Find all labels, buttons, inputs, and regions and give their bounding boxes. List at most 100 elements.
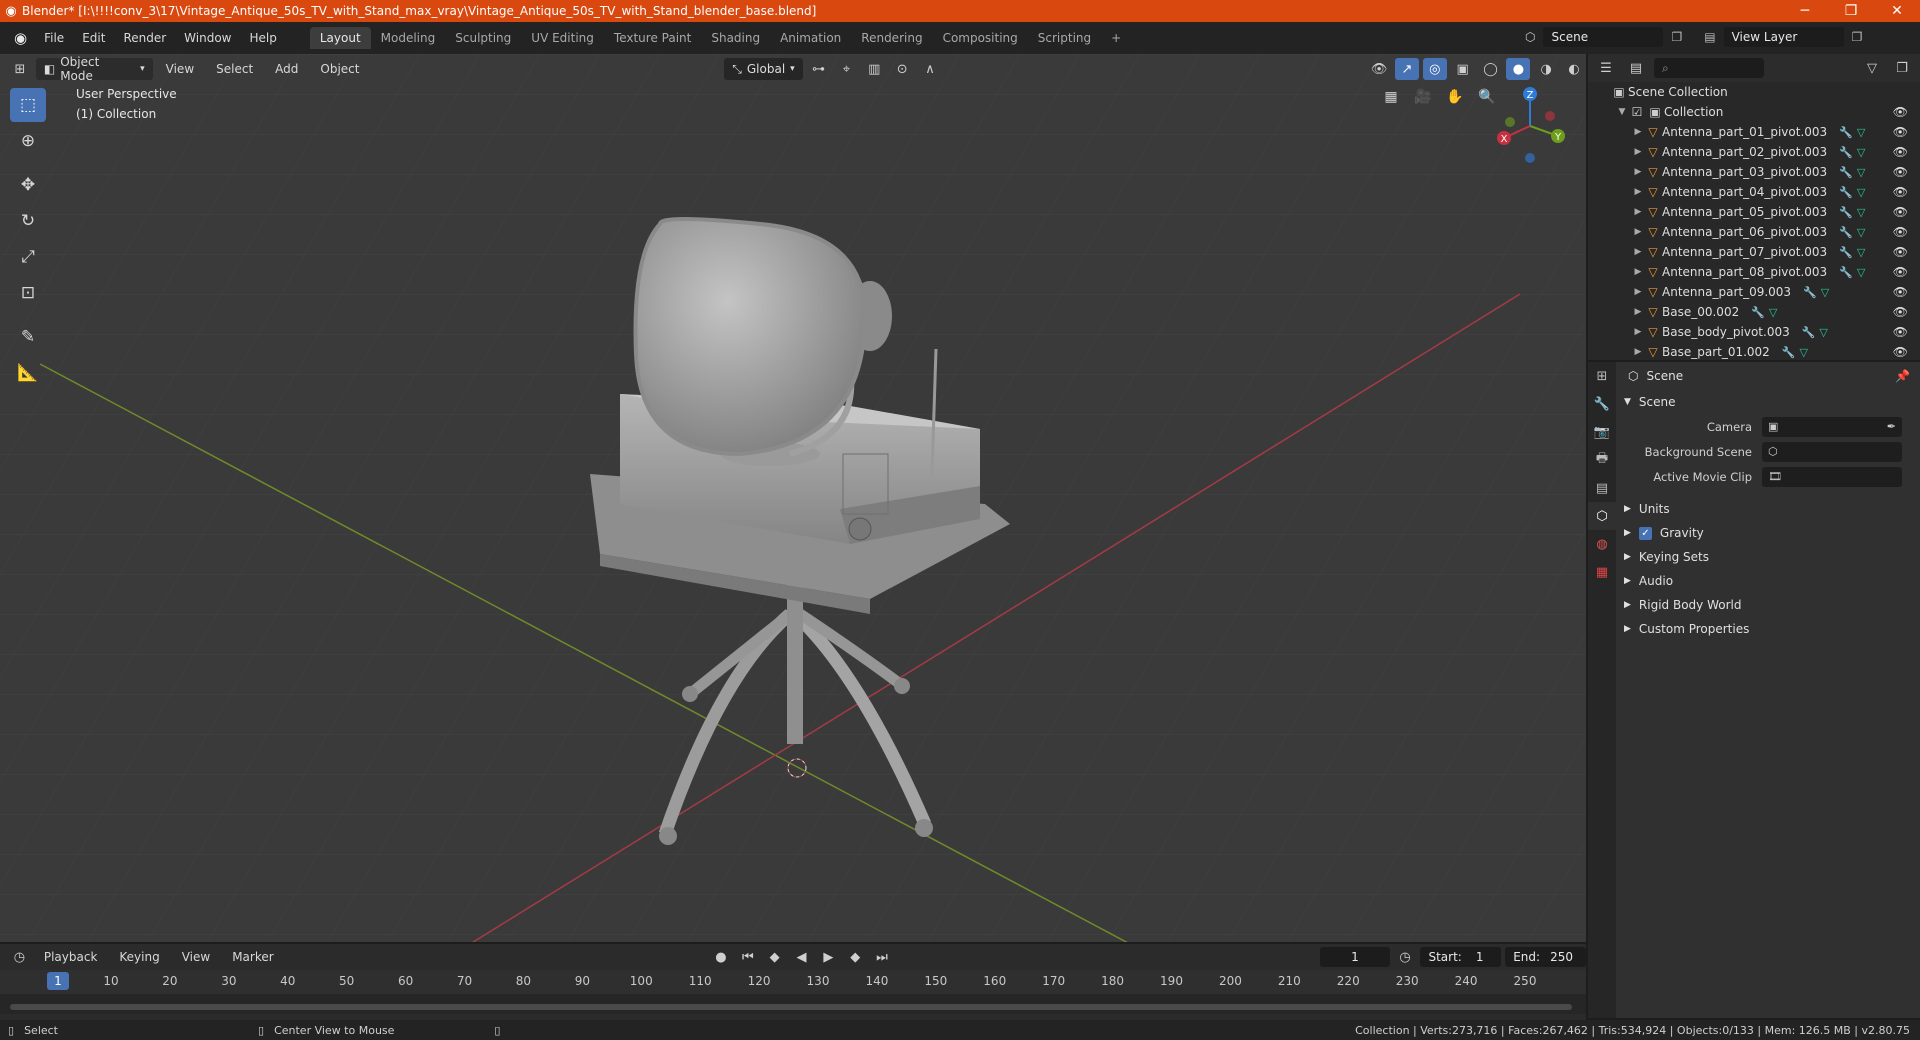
maximize-button[interactable]: ❐: [1828, 3, 1874, 19]
modifier-wrench-icon[interactable]: 🔧: [1839, 266, 1853, 279]
outliner-row-collection[interactable]: ▼ ☑ ▣ Collection 👁: [1588, 102, 1920, 122]
minimize-button[interactable]: ─: [1782, 3, 1828, 19]
transform-orientation-dropdown[interactable]: ⤡ Global ▾: [724, 58, 803, 80]
modifier-wrench-icon[interactable]: 🔧: [1839, 146, 1853, 159]
gizmo-toggle-icon[interactable]: ↗: [1395, 58, 1419, 80]
panel-scene-header[interactable]: ▼ Scene: [1616, 390, 1920, 414]
snap-icon[interactable]: ⌖: [835, 58, 859, 80]
eye-icon[interactable]: 👁: [1893, 285, 1908, 299]
outliner-row-object[interactable]: ▶ ▽ Base_body_pivot.003 🔧 ▽ 👁: [1588, 322, 1920, 342]
eye-icon[interactable]: 👁: [1893, 305, 1908, 319]
timeline-editor-icon[interactable]: ◷: [8, 946, 31, 968]
output-tab-icon[interactable]: 🖶: [1588, 446, 1616, 474]
expand-arrow-icon[interactable]: ▶: [1632, 147, 1644, 157]
editor-type-icon[interactable]: ⊞: [8, 58, 32, 80]
mesh-data-icon[interactable]: ▽: [1857, 166, 1865, 179]
expand-arrow-icon[interactable]: ▶: [1632, 207, 1644, 217]
expand-arrow-icon[interactable]: ▶: [1632, 307, 1644, 317]
tab-scripting[interactable]: Scripting: [1028, 27, 1101, 49]
background-scene-field[interactable]: ⬡: [1762, 441, 1902, 462]
modifier-wrench-icon[interactable]: 🔧: [1839, 126, 1853, 139]
xray-icon[interactable]: ▣: [1451, 58, 1475, 80]
jump-end-icon[interactable]: ⏭: [871, 946, 894, 968]
outliner-row-object[interactable]: ▶ ▽ Antenna_part_04_pivot.003 🔧 ▽ 👁: [1588, 182, 1920, 202]
end-frame-field[interactable]: End: 250: [1505, 947, 1586, 967]
proportional-edit-icon[interactable]: ⊙: [890, 58, 914, 80]
playhead-current-frame[interactable]: 1: [47, 972, 69, 990]
eye-icon[interactable]: 👁: [1893, 105, 1908, 119]
expand-arrow-icon[interactable]: ▶: [1632, 327, 1644, 337]
close-button[interactable]: ✕: [1874, 3, 1920, 19]
timeline-scrollbar[interactable]: [10, 1004, 1572, 1010]
select-box-tool-icon[interactable]: ⬚: [10, 88, 46, 122]
outliner-row-object[interactable]: ▶ ▽ Antenna_part_02_pivot.003 🔧 ▽ 👁: [1588, 142, 1920, 162]
new-collection-icon[interactable]: ❐: [1890, 57, 1914, 79]
render-tab-icon[interactable]: 📷: [1588, 418, 1616, 446]
camera-field[interactable]: ▣ ✒: [1762, 416, 1902, 437]
eye-icon[interactable]: 👁: [1893, 125, 1908, 139]
record-icon[interactable]: ●: [710, 946, 733, 968]
panel-rigid-body-world[interactable]: ▶ Rigid Body World: [1616, 593, 1920, 617]
display-mode-icon[interactable]: ▤: [1624, 57, 1648, 79]
expand-arrow-icon[interactable]: ▶: [1632, 287, 1644, 297]
gravity-checkbox[interactable]: ✓: [1638, 526, 1652, 540]
current-frame-field[interactable]: 1: [1320, 947, 1390, 967]
panel-units[interactable]: ▶ Units: [1616, 497, 1920, 521]
modifier-wrench-icon[interactable]: 🔧: [1803, 286, 1817, 299]
play-reverse-icon[interactable]: ◀: [790, 946, 813, 968]
overlay-toggle-icon[interactable]: ◎: [1422, 58, 1447, 80]
transform-tool-icon[interactable]: ⊡: [10, 276, 46, 310]
next-keyframe-icon[interactable]: ◆: [844, 946, 867, 968]
start-frame-field[interactable]: Start: 1: [1420, 947, 1502, 967]
tab-uv-editing[interactable]: UV Editing: [521, 27, 604, 49]
viewport-scene[interactable]: [0, 54, 1586, 942]
pan-hand-icon[interactable]: ✋: [1442, 84, 1468, 110]
checkbox-icon[interactable]: ☑: [1628, 105, 1646, 119]
scene-field[interactable]: Scene: [1543, 27, 1664, 47]
mesh-data-icon[interactable]: ▽: [1857, 226, 1865, 239]
modifier-wrench-icon[interactable]: 🔧: [1839, 226, 1853, 239]
mesh-data-icon[interactable]: ▽: [1857, 146, 1865, 159]
layer-icon[interactable]: ▤: [1704, 30, 1715, 44]
tab-shading[interactable]: Shading: [701, 27, 770, 49]
eye-icon[interactable]: 👁: [1893, 205, 1908, 219]
material-shading-icon[interactable]: ◑: [1534, 58, 1558, 80]
visibility-icon[interactable]: 👁: [1367, 58, 1391, 80]
panel-gravity[interactable]: ▶ ✓ Gravity: [1616, 521, 1920, 545]
expand-arrow-icon[interactable]: ▶: [1632, 247, 1644, 257]
filter-icon[interactable]: ▽: [1860, 57, 1884, 79]
mesh-data-icon[interactable]: ▽: [1819, 326, 1827, 339]
view-layer-field[interactable]: View Layer: [1723, 27, 1844, 47]
tool-tab-icon[interactable]: 🔧: [1588, 390, 1616, 418]
outliner-row-scene-collection[interactable]: ▣ Scene Collection: [1588, 82, 1920, 102]
blender-menu-icon[interactable]: ◉: [6, 29, 35, 47]
wireframe-shading-icon[interactable]: ◯: [1479, 58, 1503, 80]
outliner-row-object[interactable]: ▶ ▽ Base_part_01.002 🔧 ▽ 👁: [1588, 342, 1920, 362]
editor-type-icon[interactable]: ⊞: [1588, 362, 1616, 390]
3d-viewport[interactable]: ⊞ ◧ Object Mode ▾ View Select Add Object ⤡…: [0, 54, 1586, 942]
timeline-menu-playback[interactable]: Playback: [35, 947, 107, 967]
viewport-menu-select[interactable]: Select: [207, 59, 262, 79]
measure-tool-icon[interactable]: 📐: [10, 356, 46, 390]
menu-file[interactable]: File: [35, 28, 73, 48]
mesh-data-icon[interactable]: ▽: [1800, 346, 1808, 359]
snap-target-icon[interactable]: ▥: [862, 58, 886, 80]
mesh-data-icon[interactable]: ▽: [1857, 246, 1865, 259]
solid-shading-icon[interactable]: ●: [1506, 58, 1531, 80]
outliner-row-object[interactable]: ▶ ▽ Antenna_part_06_pivot.003 🔧 ▽ 👁: [1588, 222, 1920, 242]
outliner-row-object[interactable]: ▶ ▽ Antenna_part_08_pivot.003 🔧 ▽ 👁: [1588, 262, 1920, 282]
mesh-data-icon[interactable]: ▽: [1857, 206, 1865, 219]
panel-custom-properties[interactable]: ▶ Custom Properties: [1616, 617, 1920, 641]
tab-modeling[interactable]: Modeling: [371, 27, 446, 49]
timeline-menu-view[interactable]: View: [173, 947, 219, 967]
new-view-layer-icon[interactable]: ❐: [1852, 30, 1863, 44]
mesh-data-icon[interactable]: ▽: [1821, 286, 1829, 299]
active-movie-clip-field[interactable]: 🎞: [1762, 466, 1902, 487]
timeline-ruler[interactable]: 1 10 20 30 40 50 60 70 80 90 100 110 120 130 140 150 160…: [0, 970, 1586, 994]
expand-arrow-icon[interactable]: ▶: [1632, 227, 1644, 237]
expand-arrow-icon[interactable]: ▶: [1632, 127, 1644, 137]
mesh-data-icon[interactable]: ▽: [1857, 186, 1865, 199]
eye-icon[interactable]: 👁: [1893, 225, 1908, 239]
outliner-row-object[interactable]: ▶ ▽ Antenna_part_07_pivot.003 🔧 ▽ 👁: [1588, 242, 1920, 262]
modifier-wrench-icon[interactable]: 🔧: [1839, 246, 1853, 259]
